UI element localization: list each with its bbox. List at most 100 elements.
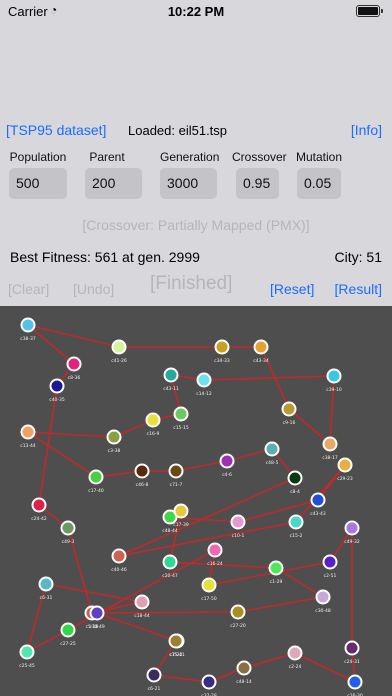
result-button[interactable]: [Result] <box>335 281 382 297</box>
city-node[interactable]: c38-17 <box>322 436 338 462</box>
tsp-route-map[interactable]: c38-37 c8-36 c40-35 c41-26 c34-33 c43-34 c43-1… <box>0 306 392 696</box>
city-marker[interactable] <box>60 622 76 638</box>
city-node[interactable]: c48-14 <box>236 660 252 686</box>
city-marker[interactable] <box>230 514 246 530</box>
city-marker[interactable] <box>134 594 150 610</box>
city-marker[interactable] <box>134 463 150 479</box>
city-node[interactable]: c16-30 <box>347 674 363 696</box>
undo-button[interactable]: [Undo] <box>73 281 114 297</box>
city-node[interactable]: c43-43 <box>310 492 326 518</box>
city-node[interactable]: c2-51 <box>322 554 338 580</box>
city-node[interactable]: c13-44 <box>20 424 36 450</box>
city-node[interactable]: c3-38 <box>106 429 122 455</box>
city-marker[interactable] <box>264 441 280 457</box>
city-marker[interactable] <box>173 503 189 519</box>
city-marker[interactable] <box>173 406 189 422</box>
city-marker[interactable] <box>196 372 212 388</box>
city-marker[interactable] <box>201 577 217 593</box>
city-marker[interactable] <box>219 453 235 469</box>
clear-button[interactable]: [Clear] <box>8 281 49 297</box>
city-marker[interactable] <box>89 605 105 621</box>
crossover-method-button[interactable]: [Crossover: Partially Mapped (PMX)] <box>0 217 392 233</box>
city-node[interactable]: c49-3 <box>60 520 76 546</box>
city-marker[interactable] <box>111 548 127 564</box>
info-button[interactable]: [Info] <box>351 122 382 138</box>
city-node[interactable]: c25-45 <box>19 644 35 670</box>
city-marker[interactable] <box>207 542 223 558</box>
city-marker[interactable] <box>38 576 54 592</box>
city-node[interactable]: c27-25 <box>60 622 76 648</box>
city-node[interactable]: c16-9 <box>145 412 161 438</box>
run-status-button[interactable]: [Finished] <box>150 273 232 295</box>
city-node[interactable]: c9-16 <box>281 401 297 427</box>
city-marker[interactable] <box>322 436 338 452</box>
city-marker[interactable] <box>168 633 184 649</box>
city-marker[interactable] <box>268 560 284 576</box>
parent-field[interactable]: 200 <box>85 168 142 199</box>
city-marker[interactable] <box>111 339 127 355</box>
tsp-map-canvas[interactable]: c38-37 c8-36 c40-35 c41-26 c34-33 c43-34 c43-1… <box>0 306 392 696</box>
city-node[interactable]: c18-44 <box>134 594 150 620</box>
city-marker[interactable] <box>146 667 162 683</box>
city-marker[interactable] <box>315 589 331 605</box>
city-node[interactable]: c43-11 <box>163 367 179 393</box>
population-field[interactable]: 500 <box>9 168 67 199</box>
city-node[interactable]: c48-5 <box>264 441 280 467</box>
city-marker[interactable] <box>326 368 342 384</box>
city-marker[interactable] <box>88 469 104 485</box>
city-node[interactable]: c1-29 <box>268 560 284 586</box>
reset-button[interactable]: [Reset] <box>270 281 314 297</box>
city-node[interactable]: c43-34 <box>253 339 269 365</box>
city-marker[interactable] <box>287 470 303 486</box>
city-marker[interactable] <box>236 660 252 676</box>
city-marker[interactable] <box>106 429 122 445</box>
city-marker[interactable] <box>214 339 230 355</box>
city-node[interactable]: c39-10 <box>326 368 342 394</box>
city-marker[interactable] <box>49 378 65 394</box>
city-marker[interactable] <box>344 640 360 656</box>
city-node[interactable]: c71-7 <box>168 463 184 489</box>
city-marker[interactable] <box>287 645 303 661</box>
city-marker[interactable] <box>201 674 217 690</box>
city-node[interactable]: c6-31 <box>38 576 54 602</box>
city-node[interactable]: c30-48 <box>315 589 331 615</box>
city-marker[interactable] <box>163 367 179 383</box>
city-node[interactable]: c37-28 <box>201 674 217 696</box>
city-marker[interactable] <box>288 514 304 530</box>
city-marker[interactable] <box>230 604 246 620</box>
city-marker[interactable] <box>168 463 184 479</box>
city-marker[interactable] <box>162 554 178 570</box>
city-node[interactable]: c14-12 <box>196 372 212 398</box>
city-node[interactable]: c27-20 <box>230 604 246 630</box>
mutation-field[interactable]: 0.05 <box>297 168 341 199</box>
city-marker[interactable] <box>19 644 35 660</box>
crossover-field[interactable]: 0.95 <box>236 168 279 199</box>
city-marker[interactable] <box>347 674 363 690</box>
city-marker[interactable] <box>31 497 47 513</box>
city-marker[interactable] <box>344 520 360 536</box>
city-node[interactable]: c6-21 <box>146 667 162 693</box>
city-node[interactable]: c10-1 <box>230 514 246 540</box>
city-node[interactable]: c8-36 <box>66 356 82 382</box>
city-node[interactable]: c16-24 <box>207 542 223 568</box>
city-marker[interactable] <box>20 317 36 333</box>
generation-field[interactable]: 3000 <box>160 168 217 199</box>
city-node[interactable]: c40-46 <box>111 548 127 574</box>
city-node[interactable]: c2-24 <box>287 645 303 671</box>
city-marker[interactable] <box>253 339 269 355</box>
city-node[interactable]: c40-35 <box>49 378 65 404</box>
city-marker[interactable] <box>281 401 297 417</box>
city-node[interactable]: c7-22 <box>168 633 184 659</box>
city-marker[interactable] <box>60 520 76 536</box>
city-node[interactable]: c15-2 <box>288 514 304 540</box>
city-node[interactable]: c41-26 <box>111 339 127 365</box>
city-marker[interactable] <box>310 492 326 508</box>
city-marker[interactable] <box>20 424 36 440</box>
dataset-button[interactable]: [TSP95 dataset] <box>6 122 106 138</box>
city-node[interactable]: c8-4 <box>287 470 303 496</box>
city-marker[interactable] <box>145 412 161 428</box>
city-node[interactable]: c15-15 <box>173 406 189 432</box>
city-marker[interactable] <box>66 356 82 372</box>
city-node[interactable]: c17-50 <box>201 577 217 603</box>
city-node[interactable]: c20-47 <box>162 554 178 580</box>
